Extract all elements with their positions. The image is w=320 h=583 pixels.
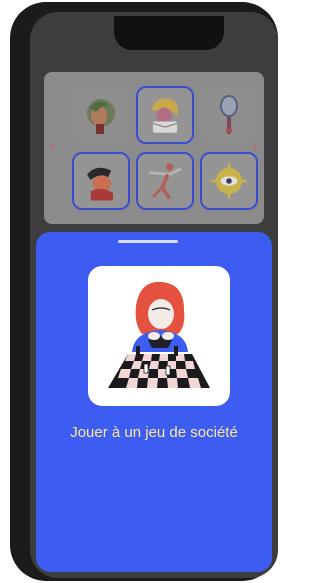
crying-person-icon xyxy=(87,167,114,201)
activity-illustration-card xyxy=(88,266,230,406)
gallery-tile-crying[interactable] xyxy=(72,152,130,210)
portrait-leaves-icon xyxy=(87,99,115,134)
chess-player-icon xyxy=(108,281,210,388)
gallery-tile-dancer[interactable] xyxy=(136,152,194,210)
gallery-tile-portrait[interactable] xyxy=(72,86,130,144)
activity-sheet: Jouer à un jeu de société xyxy=(36,232,272,572)
sun-eye-icon xyxy=(209,161,249,201)
gallery-tile-reading[interactable] xyxy=(136,86,194,144)
activity-gallery: ‹ › xyxy=(44,72,264,224)
dancer-icon xyxy=(149,163,182,200)
phone-notch xyxy=(114,16,224,50)
activity-caption: Jouer à un jeu de société xyxy=(70,424,238,441)
sheet-drag-handle[interactable] xyxy=(118,240,178,243)
gallery-tile-sun[interactable] xyxy=(200,152,258,210)
prev-arrow-icon[interactable]: ‹ xyxy=(50,140,56,154)
mirror-icon xyxy=(220,95,238,134)
phone-frame: ‹ › Jouer à un jeu de société xyxy=(10,2,278,581)
gallery-tile-mirror[interactable] xyxy=(200,86,258,144)
woman-reading-icon xyxy=(151,98,179,133)
app-screen: ‹ › Jouer à un jeu de société xyxy=(30,12,278,578)
